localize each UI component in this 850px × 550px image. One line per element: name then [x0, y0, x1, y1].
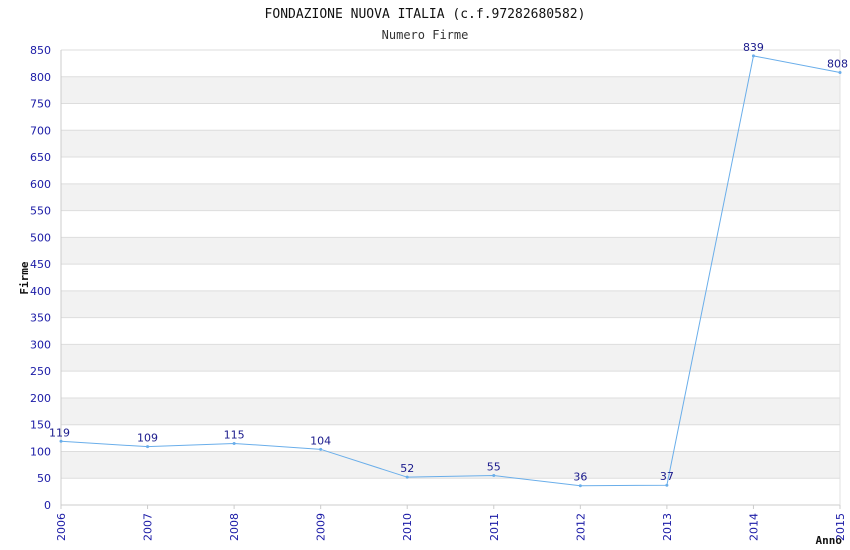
data-point	[578, 484, 582, 488]
data-point	[319, 447, 323, 451]
data-label: 119	[49, 426, 70, 439]
x-tick-label: 2010	[401, 513, 414, 541]
y-tick-label: 550	[30, 205, 51, 218]
grid-band	[61, 237, 840, 265]
data-label: 104	[310, 434, 331, 447]
x-tick-label: 2011	[488, 513, 501, 541]
data-point	[146, 445, 150, 449]
y-tick-label: 500	[30, 231, 51, 244]
y-tick-label: 300	[30, 338, 51, 351]
y-tick-label: 0	[44, 499, 51, 512]
data-label: 55	[487, 461, 501, 474]
data-point	[751, 54, 755, 58]
data-point	[665, 483, 669, 487]
x-axis-title: Anno	[816, 534, 843, 547]
y-tick-label: 650	[30, 151, 51, 164]
data-point	[232, 441, 236, 445]
y-tick-label: 100	[30, 445, 51, 458]
data-label: 52	[400, 462, 414, 475]
grid-band	[61, 397, 840, 425]
y-tick-label: 200	[30, 392, 51, 405]
data-label: 109	[137, 432, 158, 445]
data-label: 37	[660, 470, 674, 483]
y-tick-label: 800	[30, 71, 51, 84]
data-label: 839	[743, 41, 764, 54]
x-tick-label: 2013	[661, 513, 674, 541]
data-point	[492, 474, 496, 478]
chart-subtitle: Numero Firme	[382, 28, 469, 42]
axes	[60, 50, 841, 506]
y-tick-label: 350	[30, 312, 51, 325]
y-tick-label: 600	[30, 178, 51, 191]
data-point	[405, 475, 409, 479]
grid-band	[61, 451, 840, 479]
y-tick-label: 400	[30, 285, 51, 298]
x-tick-label: 2008	[228, 513, 241, 541]
grid-lines	[61, 49, 840, 506]
grid-band	[61, 344, 840, 372]
data-label: 808	[827, 57, 848, 70]
y-axis-ticks: 0 50 100 150 200 250 300 350 400 450 500 550 600 650 7…	[30, 44, 51, 512]
chart: FONDAZIONE NUOVA ITALIA (c.f.97282680582…	[18, 7, 848, 547]
x-tick-label: 2006	[55, 513, 68, 541]
data-label: 36	[573, 471, 587, 484]
y-tick-label: 700	[30, 124, 51, 137]
x-tick-label: 2009	[315, 513, 328, 541]
y-tick-label: 150	[30, 419, 51, 432]
y-tick-label: 450	[30, 258, 51, 271]
data-label: 115	[224, 428, 245, 441]
chart-title: FONDAZIONE NUOVA ITALIA (c.f.97282680582…	[265, 7, 586, 22]
x-tick-label: 2014	[747, 513, 760, 541]
y-tick-label: 750	[30, 98, 51, 111]
data-point	[59, 439, 63, 443]
y-axis-title: Firme	[18, 261, 31, 294]
y-tick-label: 50	[37, 472, 51, 485]
x-tick-label: 2007	[142, 513, 155, 541]
grid-band	[61, 76, 840, 104]
grid-bands	[61, 76, 840, 479]
grid-band	[61, 130, 840, 158]
data-point	[838, 70, 842, 74]
x-tick-label: 2012	[574, 513, 587, 541]
grid-band	[61, 290, 840, 318]
y-tick-label: 850	[30, 44, 51, 57]
y-tick-label: 250	[30, 365, 51, 378]
x-axis-ticks: 2006 2007 2008 2009 2010 2011 2012 2013 2014 2015	[55, 505, 847, 541]
